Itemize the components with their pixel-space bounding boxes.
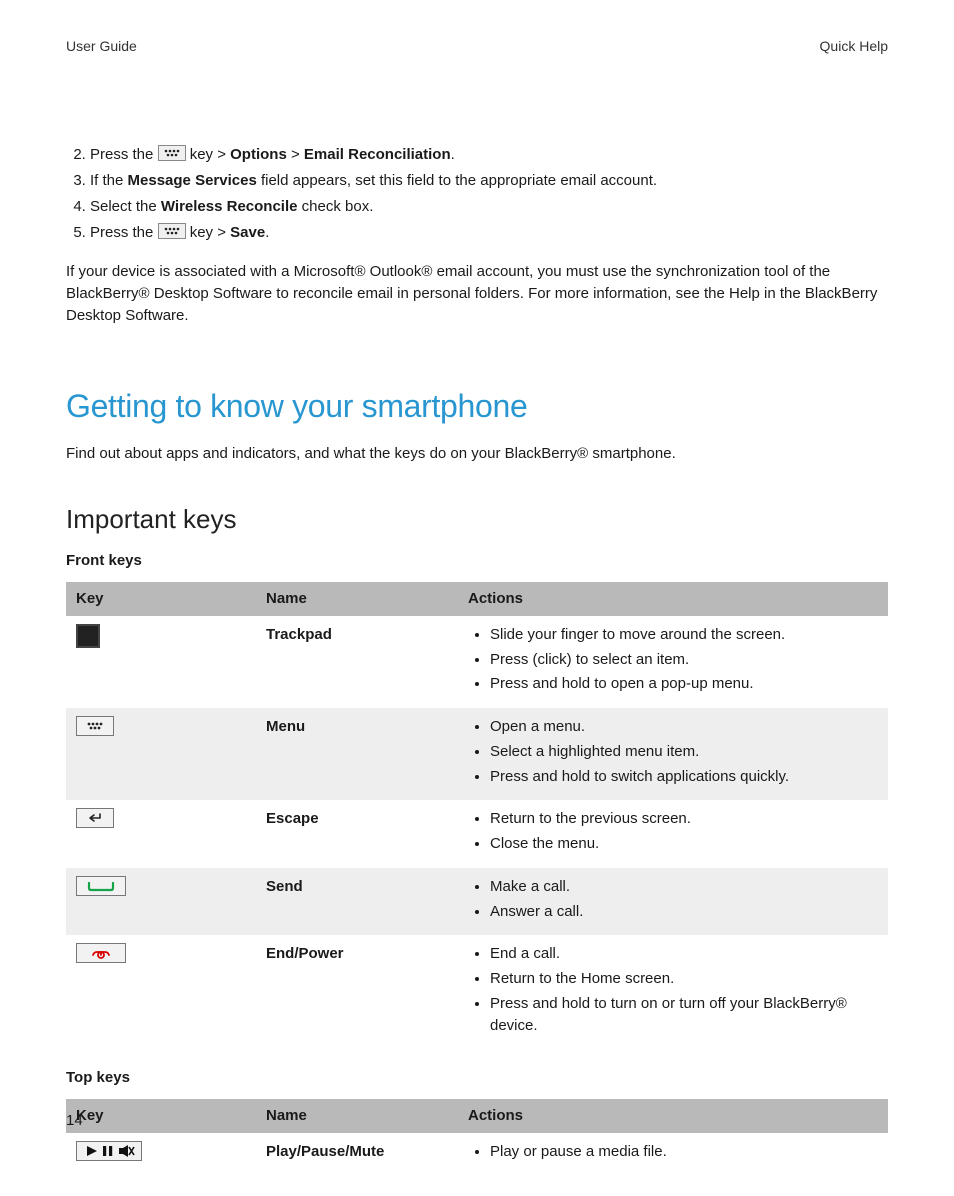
top-keys-table: Key Name Actions Play/Pause/Mute Play or… <box>66 1099 888 1178</box>
actions-list: Slide your finger to move around the scr… <box>468 624 878 695</box>
key-name: Trackpad <box>256 616 458 708</box>
table-row: Trackpad Slide your finger to move aroun… <box>66 616 888 708</box>
table-row: End/Power End a call. Return to the Home… <box>66 935 888 1049</box>
col-name: Name <box>256 1099 458 1133</box>
col-actions: Actions <box>458 1099 888 1133</box>
action-item: Press and hold to turn on or turn off yo… <box>490 993 878 1037</box>
header-right: Quick Help <box>820 36 888 56</box>
col-key: Key <box>66 1099 256 1133</box>
action-item: Press and hold to switch applications qu… <box>490 766 878 788</box>
actions-list: Make a call. Answer a call. <box>468 876 878 923</box>
section-intro: Find out about apps and indicators, and … <box>66 443 888 465</box>
table-header-row: Key Name Actions <box>66 1099 888 1133</box>
step-4: Select the Wireless Reconcile check box. <box>90 196 888 218</box>
action-item: Select a highlighted menu item. <box>490 741 878 763</box>
action-item: Close the menu. <box>490 833 878 855</box>
table-row: Play/Pause/Mute Play or pause a media fi… <box>66 1133 888 1178</box>
subsection-heading: Important keys <box>66 501 888 539</box>
outlook-note: If your device is associated with a Micr… <box>66 261 888 326</box>
actions-list: Play or pause a media file. <box>468 1141 878 1163</box>
bb-menu-key-icon <box>158 223 186 239</box>
action-item: Press and hold to open a pop-up menu. <box>490 673 878 695</box>
actions-list: Open a menu. Select a highlighted menu i… <box>468 716 878 787</box>
step-5: Press the key > Save. <box>90 222 888 244</box>
key-name: Play/Pause/Mute <box>256 1133 458 1178</box>
section-heading: Getting to know your smartphone <box>66 383 888 429</box>
end-power-key-icon <box>76 943 126 963</box>
action-item: End a call. <box>490 943 878 965</box>
table-row: Send Make a call. Answer a call. <box>66 868 888 936</box>
play-pause-mute-icon <box>76 1141 142 1161</box>
front-keys-table: Key Name Actions Trackpad Slide your fin… <box>66 582 888 1049</box>
action-item: Press (click) to select an item. <box>490 649 878 671</box>
actions-list: Return to the previous screen. Close the… <box>468 808 878 855</box>
page-header: User Guide Quick Help <box>66 36 888 56</box>
action-item: Play or pause a media file. <box>490 1141 878 1163</box>
table-header-row: Key Name Actions <box>66 582 888 616</box>
table-row: Escape Return to the previous screen. Cl… <box>66 800 888 868</box>
action-item: Open a menu. <box>490 716 878 738</box>
action-item: Return to the previous screen. <box>490 808 878 830</box>
escape-key-icon <box>76 808 114 828</box>
key-name: Escape <box>256 800 458 868</box>
action-item: Answer a call. <box>490 901 878 923</box>
step-2: Press the key > Options > Email Reconcil… <box>90 144 888 166</box>
front-keys-caption: Front keys <box>66 550 888 572</box>
bb-menu-key-icon <box>158 145 186 161</box>
col-actions: Actions <box>458 582 888 616</box>
key-name: End/Power <box>256 935 458 1049</box>
steps-list: Press the key > Options > Email Reconcil… <box>66 144 888 243</box>
col-key: Key <box>66 582 256 616</box>
action-item: Slide your finger to move around the scr… <box>490 624 878 646</box>
trackpad-icon <box>76 624 100 648</box>
table-row: Menu Open a menu. Select a highlighted m… <box>66 708 888 800</box>
action-item: Make a call. <box>490 876 878 898</box>
actions-list: End a call. Return to the Home screen. P… <box>468 943 878 1036</box>
menu-key-icon <box>76 716 114 736</box>
step-3: If the Message Services field appears, s… <box>90 170 888 192</box>
header-left: User Guide <box>66 36 137 56</box>
send-key-icon <box>76 876 126 896</box>
key-name: Send <box>256 868 458 936</box>
col-name: Name <box>256 582 458 616</box>
top-keys-caption: Top keys <box>66 1067 888 1089</box>
action-item: Return to the Home screen. <box>490 968 878 990</box>
page-number: 14 <box>66 1110 83 1132</box>
key-name: Menu <box>256 708 458 800</box>
